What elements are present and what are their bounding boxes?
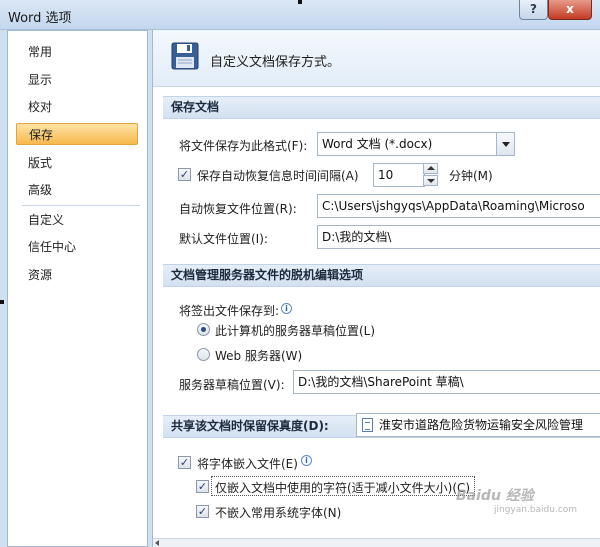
autorecover-location-input[interactable]: C:\Users\jshgyqs\AppData\Roaming\Microso [317, 194, 600, 218]
sidebar-item-general[interactable]: 常用 [16, 41, 138, 63]
sidebar-item-resources[interactable]: 资源 [16, 264, 138, 286]
help-button[interactable]: ? [519, 0, 548, 20]
section-offline-editing: 文档管理服务器文件的脱机编辑选项 [163, 264, 600, 287]
autorecover-minutes-input[interactable]: 10 [373, 163, 425, 187]
resize-handle[interactable] [298, 0, 302, 4]
autorecover-location-label: 自动恢复文件位置(R): [179, 202, 297, 216]
save-format-dropdown[interactable]: Word 文档 (*.docx) [317, 132, 515, 156]
embed-used-chars-checkbox[interactable]: ✓ [196, 480, 209, 493]
radio-server-drafts-label[interactable]: 此计算机的服务器草稿位置(L) [215, 322, 375, 339]
document-icon [362, 418, 373, 432]
save-format-value: Word 文档 (*.docx) [322, 137, 433, 151]
watermark-url: jingyan.baidu.com [494, 505, 578, 515]
server-drafts-location-label: 服务器草稿位置(V): [179, 378, 285, 392]
scroll-left-icon[interactable] [155, 540, 159, 546]
fidelity-document-value: 淮安市道路危险货物运输安全风险管理 [379, 418, 584, 432]
floppy-disk-icon [171, 42, 199, 70]
baidu-jingyan-watermark: Baidu 经验 jingyan.baidu.com [456, 485, 596, 521]
sidebar-item-save[interactable]: 保存 [16, 123, 138, 145]
minutes-label: 分钟(M) [449, 169, 493, 183]
options-content: 自定义文档保存方式。 保存文档 将文件保存为此格式(F): Word 文档 (*… [152, 30, 600, 547]
resize-handle[interactable] [0, 300, 4, 304]
page-header: 自定义文档保存方式。 [153, 30, 600, 87]
server-drafts-location-input[interactable]: D:\我的文档\SharePoint 草稿\ [293, 370, 600, 394]
radio-server-drafts[interactable] [197, 323, 210, 336]
default-location-input[interactable]: D:\我的文档\ [317, 225, 600, 249]
sidebar-item-display[interactable]: 显示 [16, 69, 138, 91]
sidebar-item-typography[interactable]: 版式 [16, 152, 138, 174]
close-button[interactable]: x [548, 0, 592, 20]
title-bar: Word 选项 ? x [0, 0, 600, 30]
radio-web-server-label[interactable]: Web 服务器(W) [215, 347, 302, 364]
horizontal-scrollbar[interactable] [153, 538, 600, 547]
save-checked-out-label: 将签出文件保存到: [179, 304, 280, 318]
page-title: 自定义文档保存方式。 [210, 55, 341, 70]
window-title: Word 选项 [8, 11, 72, 26]
radio-web-server[interactable] [197, 348, 210, 361]
embed-fonts-label[interactable]: 将字体嵌入文件(E) [197, 455, 298, 472]
watermark-brand: Baidu 经验 [456, 488, 534, 504]
autorecover-checkbox[interactable]: ✓ [178, 168, 191, 181]
info-icon: i [281, 303, 292, 314]
spin-down-icon[interactable] [423, 175, 438, 186]
sidebar-divider [22, 205, 140, 206]
chevron-down-icon[interactable] [496, 133, 514, 155]
info-icon: i [301, 455, 312, 466]
autorecover-label: 保存自动恢复信息时间间隔(A) [197, 169, 359, 183]
section-save-documents: 保存文档 [163, 96, 600, 119]
sidebar-item-customize[interactable]: 自定义 [16, 209, 138, 231]
embed-fonts-checkbox[interactable]: ✓ [178, 456, 191, 469]
embed-used-chars-label[interactable]: 仅嵌入文档中使用的字符(适于减小文件大小)(C) [215, 479, 470, 496]
save-format-label: 将文件保存为此格式(F): [179, 139, 308, 153]
no-system-fonts-checkbox[interactable]: ✓ [196, 505, 209, 518]
no-system-fonts-label[interactable]: 不嵌入常用系统字体(N) [215, 504, 341, 521]
sidebar-item-advanced[interactable]: 高级 [16, 179, 138, 201]
fidelity-document-dropdown[interactable]: 淮安市道路危险货物运输安全风险管理 [356, 413, 600, 437]
default-location-label: 默认文件位置(I): [179, 232, 268, 246]
spin-up-icon[interactable] [423, 163, 438, 174]
sidebar: 常用 显示 校对 保存 版式 高级 自定义 信任中心 资源 [7, 30, 148, 547]
sidebar-item-proofing[interactable]: 校对 [16, 96, 138, 118]
sidebar-item-trust-center[interactable]: 信任中心 [16, 236, 138, 258]
